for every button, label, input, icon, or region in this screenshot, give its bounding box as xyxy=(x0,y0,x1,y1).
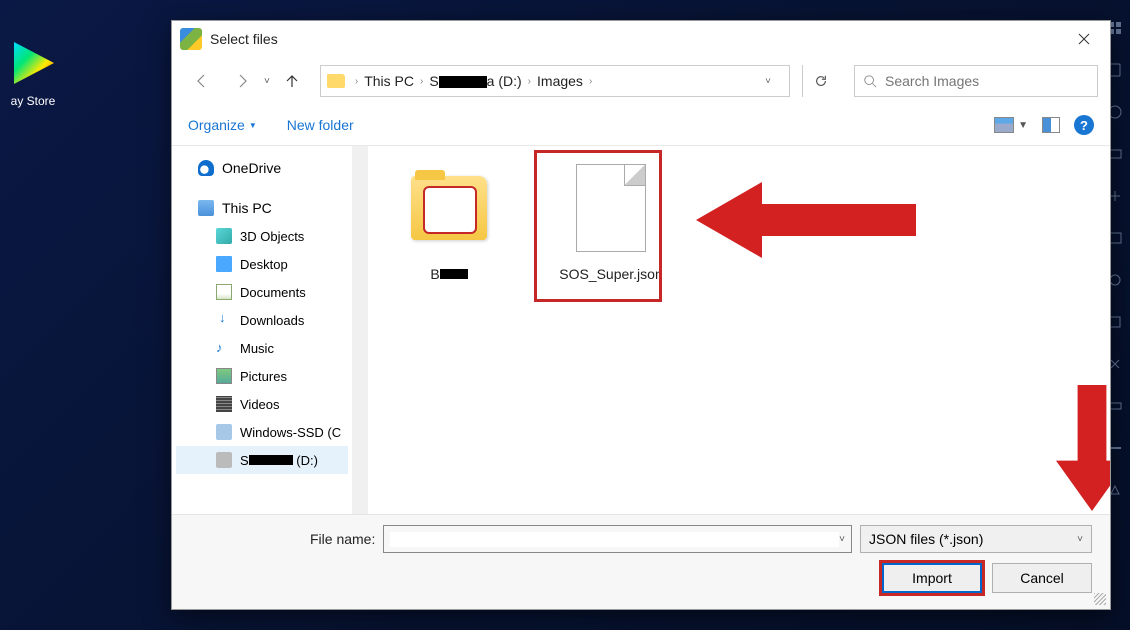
annotation-arrow-left xyxy=(696,176,916,264)
folder-item[interactable]: B xyxy=(388,158,510,282)
chevron-right-icon: › xyxy=(589,76,592,87)
close-button[interactable] xyxy=(1062,23,1106,55)
sidebar-item-drive-d[interactable]: S (D:) xyxy=(176,446,348,474)
annotation-arrow-down xyxy=(1056,378,1110,514)
cube-icon xyxy=(216,228,232,244)
chevron-down-icon: ▼ xyxy=(249,121,257,130)
sidebar-item-this-pc[interactable]: This PC xyxy=(176,194,348,222)
arrow-left-icon xyxy=(194,73,210,89)
preview-pane-button[interactable] xyxy=(1042,117,1060,133)
close-icon xyxy=(1078,33,1090,45)
tree-scrollbar[interactable] xyxy=(352,146,368,514)
breadcrumb-segment[interactable]: This PC xyxy=(362,73,416,89)
sidebar-item-pictures[interactable]: Pictures xyxy=(176,362,348,390)
chevron-right-icon: › xyxy=(528,76,531,87)
filename-input[interactable] xyxy=(390,532,839,547)
onedrive-icon xyxy=(198,160,214,176)
search-box[interactable] xyxy=(854,65,1098,97)
resize-grip[interactable] xyxy=(1094,593,1106,605)
file-dialog: Select files ˅ › This PC › Sa (D:) › Ima… xyxy=(171,20,1111,610)
sidebar-item-music[interactable]: ♪ Music xyxy=(176,334,348,362)
play-store-label: ay Store xyxy=(11,94,56,108)
chevron-down-icon[interactable]: ˅ xyxy=(839,534,845,545)
filename-label: File name: xyxy=(310,531,375,547)
sidebar-item-downloads[interactable]: Downloads xyxy=(176,306,348,334)
view-mode-button[interactable]: ▼ xyxy=(994,117,1028,133)
search-input[interactable] xyxy=(885,73,1089,89)
breadcrumb-segment[interactable]: Images xyxy=(535,73,585,89)
nav-forward[interactable] xyxy=(230,69,254,93)
search-icon xyxy=(863,74,877,88)
help-button[interactable]: ? xyxy=(1074,115,1094,135)
file-item-json[interactable]: SOS_Super.json xyxy=(550,158,672,282)
pictures-icon xyxy=(216,368,232,384)
play-store-shortcut[interactable]: ay Store xyxy=(8,38,58,108)
chevron-right-icon: › xyxy=(355,76,358,87)
chevron-down-icon: ˅ xyxy=(1077,534,1083,545)
documents-icon xyxy=(216,284,232,300)
breadcrumb-segment[interactable]: Sa (D:) xyxy=(427,73,523,89)
computer-icon xyxy=(198,200,214,216)
dialog-title: Select files xyxy=(210,31,1062,47)
toolbar: Organize ▼ New folder ▼ ? xyxy=(172,105,1110,145)
thumbnail-view-icon xyxy=(994,117,1014,133)
organize-button[interactable]: Organize ▼ xyxy=(188,117,257,133)
folder-icon xyxy=(327,74,345,88)
nav-back[interactable] xyxy=(190,69,214,93)
chevron-right-icon: › xyxy=(420,76,423,87)
refresh-button[interactable] xyxy=(802,65,838,97)
play-store-icon xyxy=(8,38,58,88)
file-icon xyxy=(576,164,646,252)
filename-input-wrapper[interactable]: ˅ xyxy=(383,525,852,553)
sidebar-item-ssd[interactable]: Windows-SSD (C xyxy=(176,418,348,446)
sidebar-item-onedrive[interactable]: OneDrive xyxy=(176,154,348,182)
sidebar-item-3d-objects[interactable]: 3D Objects xyxy=(176,222,348,250)
chevron-down-icon: ▼ xyxy=(1018,120,1028,131)
dialog-footer: File name: ˅ JSON files (*.json) ˅ Impor… xyxy=(172,514,1110,609)
sidebar-item-desktop[interactable]: Desktop xyxy=(176,250,348,278)
sidebar-item-videos[interactable]: Videos xyxy=(176,390,348,418)
file-label: SOS_Super.json xyxy=(559,266,663,282)
arrow-right-icon xyxy=(234,73,250,89)
downloads-icon xyxy=(216,312,232,328)
refresh-icon xyxy=(814,74,828,88)
import-button[interactable]: Import xyxy=(882,563,982,593)
drive-icon xyxy=(216,424,232,440)
nav-up[interactable] xyxy=(280,69,304,93)
arrow-up-icon xyxy=(284,73,300,89)
breadcrumb-dropdown[interactable]: ˅ xyxy=(755,76,781,87)
nav-row: ˅ › This PC › Sa (D:) › Images › ˅ xyxy=(172,57,1110,105)
music-icon: ♪ xyxy=(216,340,232,356)
desktop-icon xyxy=(216,256,232,272)
folder-label: B xyxy=(430,266,467,282)
folder-icon xyxy=(411,176,487,240)
cancel-button[interactable]: Cancel xyxy=(992,563,1092,593)
titlebar: Select files xyxy=(172,21,1110,57)
breadcrumb[interactable]: › This PC › Sa (D:) › Images › ˅ xyxy=(320,65,790,97)
sidebar-item-documents[interactable]: Documents xyxy=(176,278,348,306)
file-list[interactable]: B SOS_Super.json xyxy=(368,146,1110,514)
bluestacks-icon xyxy=(180,28,202,50)
nav-history-drop[interactable]: ˅ xyxy=(264,76,270,87)
nav-tree[interactable]: OneDrive This PC 3D Objects Desktop Docu… xyxy=(172,146,352,514)
new-folder-button[interactable]: New folder xyxy=(287,117,354,133)
filetype-filter[interactable]: JSON files (*.json) ˅ xyxy=(860,525,1092,553)
body-area: OneDrive This PC 3D Objects Desktop Docu… xyxy=(172,145,1110,514)
videos-icon xyxy=(216,396,232,412)
drive-icon xyxy=(216,452,232,468)
